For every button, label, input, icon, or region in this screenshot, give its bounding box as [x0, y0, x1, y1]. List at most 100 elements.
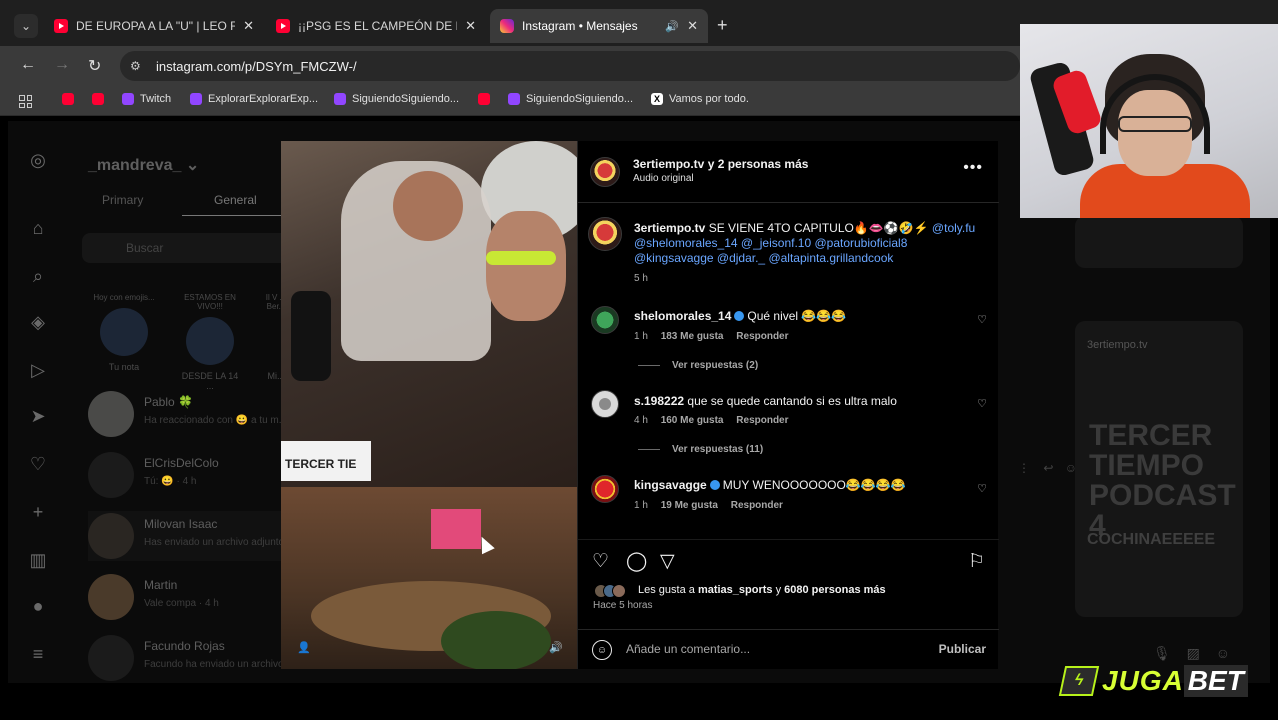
comment-likes[interactable]: 183 Me gusta	[661, 331, 724, 342]
reply-button[interactable]: Responder	[736, 331, 788, 342]
chat-preview: Vale compa · 4 h	[144, 598, 219, 609]
create-icon[interactable]: +	[27, 501, 49, 523]
comment-author[interactable]: s.198222	[634, 394, 684, 408]
avatar	[100, 308, 148, 356]
messages-icon[interactable]: ➤	[27, 405, 49, 427]
dashboard-icon[interactable]: ▥	[27, 549, 49, 571]
tab-search-button[interactable]: ⌄	[14, 14, 38, 38]
comment-likes[interactable]: 19 Me gusta	[661, 500, 718, 511]
bookmark-twitch[interactable]: Twitch	[122, 93, 171, 105]
reply-button[interactable]: Responder	[731, 500, 783, 511]
avatar[interactable]	[591, 475, 619, 503]
avatar	[186, 317, 234, 365]
home-icon[interactable]: ⌂	[27, 217, 49, 239]
bookmark-youtube-3[interactable]	[478, 93, 496, 105]
post-authors[interactable]: 3ertiempo.tv y 2 personas más	[633, 157, 808, 171]
caption-author[interactable]: 3ertiempo.tv	[634, 221, 705, 235]
comment-author[interactable]: kingsavagge	[634, 478, 707, 492]
bookmark-explorar[interactable]: ExplorarExplorarExp...	[190, 93, 318, 105]
close-icon[interactable]: ✕	[243, 18, 254, 34]
tab-youtube-2[interactable]: ¡¡PSG ES EL CAMPEÓN DE LA # ✕	[266, 9, 486, 43]
note-item[interactable]: Hoy con emojis... Tu nota	[92, 293, 156, 372]
comment-text: s.198222 que se quede cantando si es ult…	[634, 394, 897, 409]
avatar[interactable]	[590, 157, 620, 187]
bookmark-siguiendo-1[interactable]: SiguiendoSiguiendo...	[334, 93, 459, 105]
x-icon: X	[651, 93, 663, 105]
like-comment-heart-icon[interactable]: ♡	[977, 397, 987, 410]
video-neon-sign	[431, 509, 481, 549]
post-actions: ♡ ◯ ▽ ⚐ Les gusta a matias_sports y 6080…	[578, 539, 999, 629]
publish-button[interactable]: Publicar	[939, 642, 986, 656]
post-video[interactable]: TERCER TIE 👤 🔊	[281, 141, 577, 669]
reels-icon[interactable]: ▷	[27, 359, 49, 381]
inbox-username[interactable]: _mandreva_ ⌄	[88, 155, 199, 175]
chat-preview: Tú: 😀 · 4 h	[144, 476, 197, 487]
reload-icon[interactable]: ↻	[88, 56, 101, 76]
emoji-icon[interactable]: ☺	[592, 640, 612, 660]
tab-primary[interactable]: Primary	[102, 193, 143, 207]
profile-icon[interactable]: ●	[27, 595, 49, 617]
avatar[interactable]	[591, 306, 619, 334]
inbox-search-input[interactable]: Buscar	[82, 233, 312, 263]
twitch-icon	[334, 93, 346, 105]
tab-youtube-1[interactable]: DE EUROPA A LA "U" | LEO ROD ✕	[44, 9, 264, 43]
search-placeholder: Buscar	[126, 241, 164, 255]
twitch-icon	[190, 93, 202, 105]
close-icon[interactable]: ✕	[465, 18, 476, 34]
notifications-heart-icon[interactable]: ♡	[27, 453, 49, 475]
like-comment-heart-icon[interactable]: ♡	[977, 482, 987, 495]
more-options-icon[interactable]: •••	[963, 159, 983, 177]
note-text: Hoy con emojis...	[93, 293, 155, 302]
avatar[interactable]	[591, 390, 619, 418]
share-send-icon[interactable]: ▽	[660, 550, 675, 573]
reply-icon[interactable]: ↩	[1043, 461, 1053, 475]
close-icon[interactable]: ✕	[687, 18, 698, 34]
video-person-head	[393, 171, 463, 241]
tagged-people-icon[interactable]: 👤	[297, 641, 311, 655]
note-item[interactable]: ESTAMOS EN VIVO!!! DESDE LA 14 ...	[178, 293, 242, 391]
comment-bubble-icon[interactable]: ◯	[626, 550, 647, 573]
speaker-icon[interactable]: 🔊	[665, 20, 679, 33]
forward-arrow-icon[interactable]: →	[54, 56, 70, 74]
bookmark-siguiendo-2[interactable]: SiguiendoSiguiendo...	[508, 93, 633, 105]
bookmark-youtube-1[interactable]	[62, 93, 80, 105]
comment-likes[interactable]: 160 Me gusta	[661, 415, 724, 426]
like-comment-heart-icon[interactable]: ♡	[977, 313, 987, 326]
comment-author[interactable]: shelomorales_14	[634, 309, 731, 323]
view-replies-button[interactable]: Ver respuestas (11)	[638, 444, 763, 455]
audio-label[interactable]: Audio original	[633, 173, 694, 184]
avatar[interactable]	[588, 217, 622, 251]
sticker-icon[interactable]: ☺	[1216, 645, 1230, 661]
chat-name: Pablo 🍀	[144, 395, 193, 409]
like-heart-icon[interactable]: ♡	[592, 550, 609, 573]
shared-reel-thumb[interactable]	[1075, 216, 1243, 268]
apps-grid-icon[interactable]	[19, 95, 32, 108]
image-icon[interactable]: ▨	[1187, 645, 1200, 661]
site-settings-icon[interactable]: ⚙	[130, 59, 144, 73]
menu-icon[interactable]: ≡	[27, 643, 49, 665]
avatar	[88, 513, 134, 559]
bookmark-youtube-2[interactable]	[92, 93, 110, 105]
instagram-logo-icon[interactable]: ◎	[27, 149, 49, 171]
comment-input[interactable]	[626, 642, 926, 656]
tab-instagram[interactable]: Instagram • Mensajes 🔊 ✕	[490, 9, 708, 43]
mic-icon[interactable]: 🎙	[1153, 645, 1171, 661]
comment-time: 1 h	[634, 331, 648, 342]
emoji-icon[interactable]: ☺	[1065, 461, 1077, 475]
search-icon[interactable]: ⌕	[27, 265, 49, 287]
address-bar[interactable]: ⚙ instagram.com/p/DSYm_FMCZW-/	[120, 51, 1020, 81]
save-bookmark-icon[interactable]: ⚐	[968, 550, 985, 573]
new-tab-button[interactable]: +	[717, 15, 728, 36]
volume-icon[interactable]: 🔊	[549, 641, 563, 654]
sponsor-name-part1: JUGA	[1102, 665, 1184, 696]
view-replies-button[interactable]: Ver respuestas (2)	[638, 360, 758, 371]
preview-account: 3ertiempo.tv	[1087, 339, 1148, 351]
explore-icon[interactable]: ◈	[27, 311, 49, 333]
bookmark-x[interactable]: X Vamos por todo.	[651, 93, 749, 105]
tab-general[interactable]: General	[182, 193, 297, 216]
likes-summary[interactable]: Les gusta a matias_sports y 6080 persona…	[638, 584, 886, 596]
more-vertical-icon[interactable]: ⋮	[1018, 461, 1030, 475]
shared-post-preview[interactable]: 3ertiempo.tv TERCER TIEMPO PODCAST 4 COC…	[1075, 321, 1243, 617]
reply-button[interactable]: Responder	[736, 415, 788, 426]
back-arrow-icon[interactable]: ←	[20, 56, 36, 74]
